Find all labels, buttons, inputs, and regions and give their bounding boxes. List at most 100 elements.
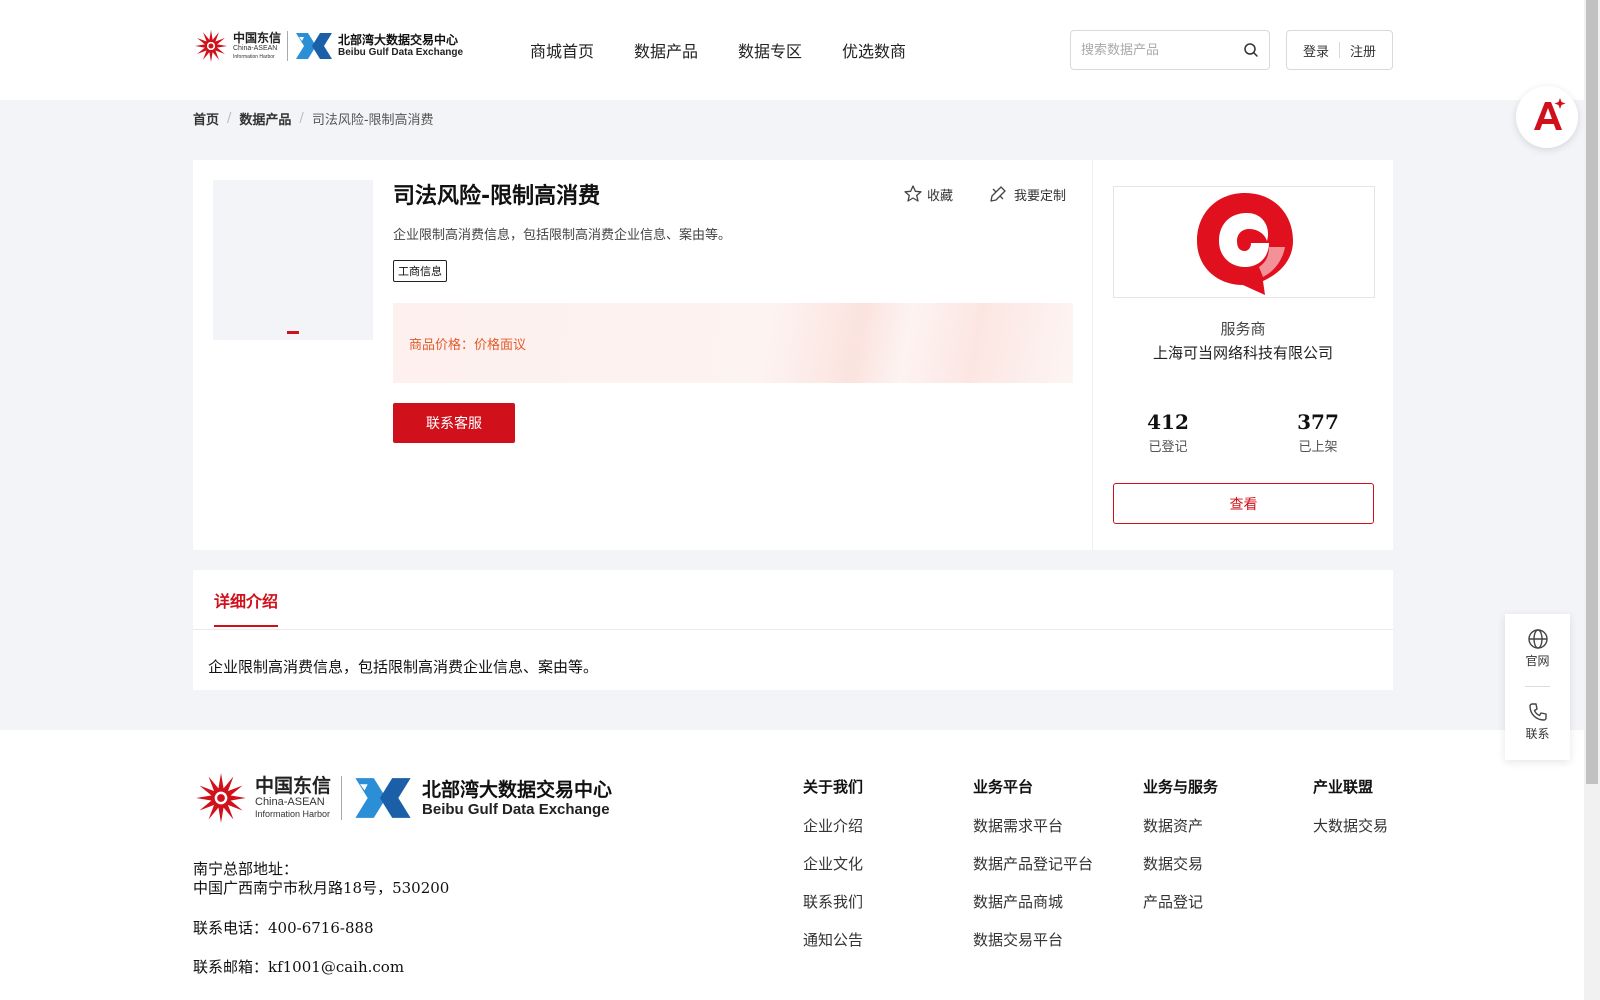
nav-preferred-merchants[interactable]: 优选数商 [842,38,906,62]
caih-name-en2: Information Harbor [233,53,275,60]
footer-bgx-en: Beibu Gulf Data Exchange [422,800,610,818]
scrollbar-thumb[interactable] [1586,0,1598,784]
registered-stat: 412 已登记 [1118,410,1218,455]
bgx-name-en: Beibu Gulf Data Exchange [338,47,464,58]
footer-link[interactable]: 数据需求平台 [973,815,1093,836]
footer-phone: 联系电话：400-6716-888 [193,919,374,937]
listed-label: 已上架 [1298,440,1338,455]
edit-icon [990,186,1006,202]
page-scrollbar[interactable] [1584,0,1600,1000]
detail-text: 企业限制高消费信息，包括限制高消费企业信息、案由等。 [208,658,599,676]
side-contact-button[interactable]: 联系 [1505,701,1570,742]
ai-assistant-button[interactable] [1516,86,1578,148]
footer-link[interactable]: 数据资产 [1143,815,1218,836]
footer-col-about: 关于我们 企业介绍 企业文化 联系我们 通知公告 [803,776,863,967]
footer-link[interactable]: 企业介绍 [803,815,863,836]
view-provider-button[interactable]: 查看 [1113,483,1374,524]
side-website-label: 官网 [1525,654,1550,668]
footer-logo: 中国东信 China-ASEAN Information Harbor 北部湾大… [193,770,612,826]
provider-logo-box[interactable] [1113,186,1375,298]
product-card: 司法风险-限制高消费 企业限制高消费信息，包括限制高消费企业信息、案由等。 工商… [193,160,1393,550]
footer-link[interactable]: 大数据交易 [1313,815,1388,836]
favorite-label: 收藏 [927,188,954,204]
main-nav: 商城首页 数据产品 数据专区 优选数商 [530,38,906,62]
sunburst-logo-icon [195,30,227,62]
provider-logo-icon [1197,193,1293,295]
footer-col-title: 业务与服务 [1143,778,1219,796]
contact-service-button[interactable]: 联系客服 [393,403,515,443]
breadcrumb-separator: / [299,111,304,126]
detail-section: 详细介绍 企业限制高消费信息，包括限制高消费企业信息、案由等。 [193,570,1393,690]
logo-divider [287,31,289,61]
tab-detail-intro[interactable]: 详细介绍 [214,588,279,627]
caih-logo: 中国东信 China-ASEAN Information Harbor [193,28,281,64]
registered-label: 已登记 [1148,440,1188,455]
footer-link[interactable]: 数据交易平台 [973,929,1093,950]
footer-link[interactable]: 数据交易 [1143,853,1218,874]
footer-col-platform: 业务平台 数据需求平台 数据产品登记平台 数据产品商城 数据交易平台 [973,776,1093,967]
provider-role: 服务商 [1220,320,1266,338]
side-website-button[interactable]: 官网 [1505,628,1570,669]
price-label: 商品价格： [409,338,475,353]
footer-col-alliance: 产业联盟 大数据交易 [1313,776,1388,853]
footer-col-title: 产业联盟 [1313,778,1374,796]
footer-link[interactable]: 企业文化 [803,853,863,874]
footer-address: 中国广西南宁市秋月路18号，530200 [193,879,450,897]
footer-link[interactable]: 产品登记 [1143,891,1218,912]
breadcrumb-category[interactable]: 数据产品 [239,109,291,128]
globe-icon [1527,629,1548,649]
nav-data-zone[interactable]: 数据专区 [738,38,802,62]
side-contact-label: 联系 [1525,727,1550,741]
register-link[interactable]: 注册 [1350,41,1376,60]
bgx-logo-icon [355,778,411,818]
footer-link[interactable]: 数据产品登记平台 [973,853,1093,874]
site-logo[interactable]: 中国东信 China-ASEAN Information Harbor 北部湾大… [193,28,463,64]
footer-col-services: 业务与服务 数据资产 数据交易 产品登记 [1143,776,1218,929]
footer-caih-cn: 中国东信 [255,775,332,797]
footer-col-title: 关于我们 [803,778,864,796]
breadcrumb-home[interactable]: 首页 [193,109,219,128]
sunburst-logo-icon [196,773,246,823]
product-description: 企业限制高消费信息，包括限制高消费企业信息、案由等。 [393,228,732,243]
top-header: 中国东信 China-ASEAN Information Harbor 北部湾大… [0,0,1584,100]
footer-bgx-cn: 北部湾大数据交易中心 [422,778,613,801]
auth-group: 登录 注册 [1286,30,1393,70]
login-link[interactable]: 登录 [1303,41,1329,60]
bgx-name-cn: 北部湾大数据交易中心 [338,33,459,47]
site-footer: 中国东信 China-ASEAN Information Harbor 北部湾大… [0,730,1584,1000]
footer-col-title: 业务平台 [973,778,1034,796]
listed-stat: 377 已上架 [1268,410,1368,455]
star-icon [904,185,922,202]
caih-name-en: China-ASEAN [233,44,278,52]
bgx-logo-icon [296,33,333,59]
product-thumbnail[interactable] [213,180,373,340]
footer-address-block: 南宁总部地址： 中国广西南宁市秋月路18号，530200 [193,860,449,898]
product-title: 司法风险-限制高消费 [393,184,601,209]
carousel-indicator[interactable] [287,331,299,334]
footer-caih-en: China-ASEAN [255,796,325,808]
side-toolbar: 官网 联系 [1505,614,1570,760]
caih-name-cn: 中国东信 [233,30,282,45]
breadcrumb-current: 司法风险-限制高消费 [311,113,434,128]
search-icon[interactable] [1243,42,1259,58]
nav-data-products[interactable]: 数据产品 [634,38,698,62]
phone-icon [1528,703,1547,721]
listed-count: 377 [1297,410,1339,434]
footer-email: 联系邮箱：kf1001@caih.com [193,958,405,976]
footer-address-label: 南宁总部地址： [193,860,299,878]
price-text: 商品价格：价格面议 [409,334,526,353]
nav-mall-home[interactable]: 商城首页 [530,38,594,62]
registered-count: 412 [1147,410,1189,434]
favorite-button[interactable]: 收藏 [903,184,953,204]
footer-link[interactable]: 联系我们 [803,891,863,912]
ai-assistant-icon [1534,98,1566,130]
customize-label: 我要定制 [1014,188,1067,204]
footer-link[interactable]: 通知公告 [803,929,863,950]
customize-button[interactable]: 我要定制 [988,184,1066,204]
footer-logo-divider [341,776,343,820]
detail-divider [193,629,1393,630]
product-tag: 工商信息 [393,260,447,282]
search-input[interactable] [1071,31,1231,69]
price-panel: 商品价格：价格面议 [393,303,1073,383]
footer-link[interactable]: 数据产品商城 [973,891,1093,912]
